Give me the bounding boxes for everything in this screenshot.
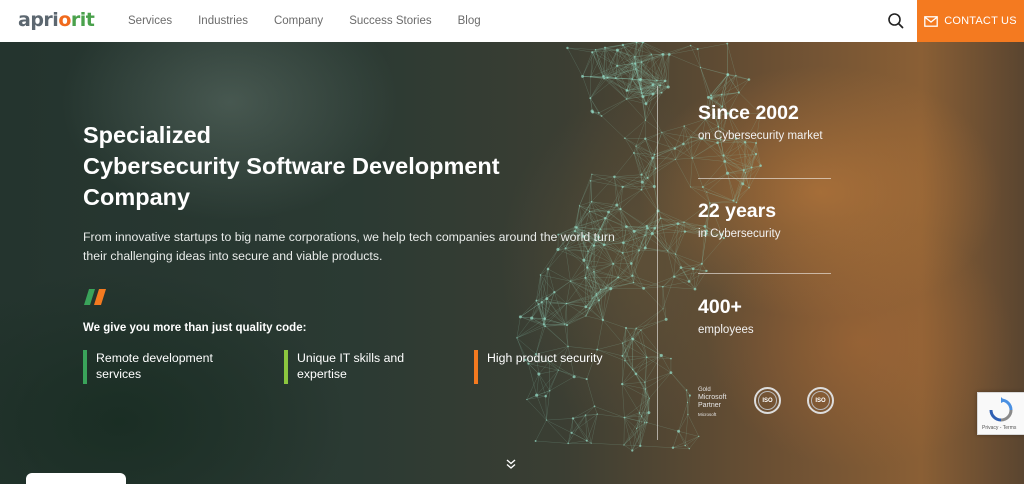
benefits-heading: We give you more than just quality code: bbox=[83, 322, 307, 334]
slash-decoration-icon bbox=[84, 289, 106, 305]
stat-value: 22 years bbox=[698, 200, 777, 222]
vertical-divider bbox=[657, 86, 658, 440]
nav-industries[interactable]: Industries bbox=[198, 15, 248, 27]
iso-text: ISO bbox=[815, 397, 826, 404]
feature-item: Unique IT skills and expertise bbox=[284, 350, 424, 384]
ms-line1: Microsoft bbox=[698, 393, 727, 401]
stat-value: 400+ bbox=[698, 296, 742, 318]
hero-section: Specialized Cybersecurity Software Devel… bbox=[0, 42, 1024, 484]
stat-since: Since 2002 on Cybersecurity market bbox=[698, 102, 823, 142]
search-icon[interactable] bbox=[886, 11, 906, 31]
logo-text-2: o bbox=[58, 9, 71, 31]
site-header: apriorit Services Industries Company Suc… bbox=[0, 0, 1024, 42]
stat-years: 22 years in Cybersecurity bbox=[698, 200, 780, 240]
ms-line2: Partner bbox=[698, 401, 721, 409]
feature-item: Remote development services bbox=[83, 350, 223, 384]
nav-blog[interactable]: Blog bbox=[458, 15, 481, 27]
recaptcha-links[interactable]: Privacy - Terms bbox=[982, 425, 1016, 431]
mail-icon bbox=[924, 15, 939, 27]
stat-label: employees bbox=[698, 324, 754, 336]
nav-company[interactable]: Company bbox=[274, 15, 323, 27]
bottom-card-tab bbox=[26, 473, 126, 484]
iso-text: ISO bbox=[762, 397, 773, 404]
feature-item: High product security bbox=[474, 350, 614, 384]
company-logo[interactable]: apriorit bbox=[18, 9, 95, 31]
recaptcha-badge[interactable]: Privacy - Terms bbox=[977, 392, 1024, 435]
recaptcha-icon bbox=[989, 397, 1013, 422]
hero-title-line-2: Cybersecurity Software Development bbox=[83, 153, 500, 179]
contact-us-label: CONTACT US bbox=[944, 15, 1017, 27]
hero-title-line-1: Specialized bbox=[83, 122, 211, 148]
logo-text-3: rit bbox=[70, 9, 95, 31]
hero-lead: From innovative startups to big name cor… bbox=[83, 230, 615, 263]
hero-title-line-3: Company bbox=[83, 184, 191, 210]
stat-value: Since 2002 bbox=[698, 102, 799, 124]
iso-badge-2: ISO bbox=[807, 387, 834, 414]
stat-divider bbox=[698, 178, 831, 179]
main-nav: Services Industries Company Success Stor… bbox=[128, 0, 507, 42]
nav-success-stories[interactable]: Success Stories bbox=[349, 15, 431, 27]
nav-services[interactable]: Services bbox=[128, 15, 172, 27]
hero-title: Specialized Cybersecurity Software Devel… bbox=[83, 120, 603, 213]
logo-text-1: apri bbox=[18, 9, 59, 31]
scroll-down-chevron-icon[interactable] bbox=[505, 458, 517, 470]
microsoft-partner-badge: Gold Microsoft Partner Microsoft bbox=[698, 387, 732, 418]
stat-employees: 400+ employees bbox=[698, 296, 754, 336]
ms-small: Microsoft bbox=[698, 411, 717, 417]
stat-label: on Cybersecurity market bbox=[698, 130, 823, 142]
stat-divider bbox=[698, 273, 831, 274]
stat-label: in Cybersecurity bbox=[698, 228, 781, 240]
iso-badge-1: ISO bbox=[754, 387, 781, 414]
contact-us-button[interactable]: CONTACT US bbox=[917, 0, 1024, 42]
